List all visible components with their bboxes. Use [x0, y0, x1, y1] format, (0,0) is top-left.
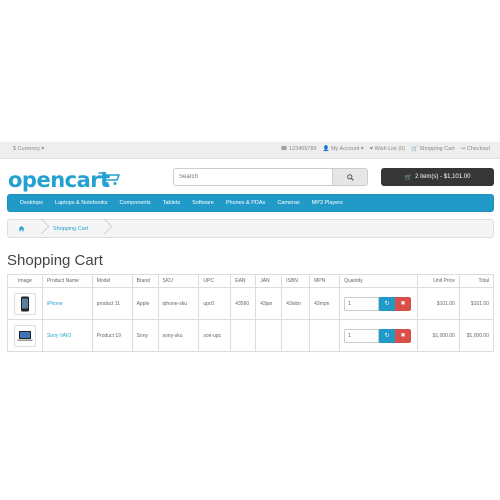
product-image-cell — [7, 319, 43, 352]
shopping-cart-label: Shopping Cart — [419, 146, 455, 152]
upc-cell: son-upc — [198, 319, 232, 352]
mpn-cell: 43mpn — [309, 287, 341, 320]
breadcrumb-separator — [35, 219, 43, 238]
main-menu: Desktops Laptops & Notebooks Components … — [7, 194, 494, 212]
search-input[interactable] — [174, 169, 332, 185]
my-account-link[interactable]: 👤 My Account ▾ — [323, 146, 364, 152]
remove-button[interactable]: ✖ — [395, 328, 412, 343]
jan-cell: 43jan — [255, 287, 283, 320]
remove-button[interactable]: ✖ — [395, 296, 412, 311]
quantity-cell: ↻ ✖ — [339, 319, 419, 352]
isbn-cell — [281, 319, 311, 352]
phone-link[interactable]: ☎ 123456789 — [281, 146, 317, 152]
breadcrumb-home[interactable] — [8, 220, 35, 237]
phone-icon — [20, 296, 29, 311]
menu-item-mp3[interactable]: MP3 Players — [306, 200, 349, 206]
table-row: iPhone product 11 Apple iphone-sku upc0 … — [7, 287, 495, 320]
menu-item-cameras[interactable]: Cameras — [271, 200, 305, 206]
search-box — [173, 168, 368, 186]
product-link[interactable]: Sony VAIO — [47, 333, 71, 339]
search-button[interactable] — [332, 169, 367, 185]
product-name-cell: Sony VAIO — [41, 319, 93, 352]
breadcrumb-shopping-cart[interactable]: Shopping Cart — [43, 220, 98, 237]
home-icon — [18, 226, 25, 232]
search-icon — [346, 173, 354, 181]
quantity-input[interactable] — [344, 328, 380, 343]
total-cell: $1,000.00 — [458, 319, 495, 352]
col-header-jan: JAN — [255, 274, 283, 288]
wishlist-link[interactable]: ♥ Wish List (0) — [370, 146, 405, 152]
brand-cell: Apple — [131, 287, 159, 320]
laptop-icon — [16, 330, 33, 341]
model-cell: product 11 — [91, 287, 133, 320]
product-link[interactable]: iPhone — [47, 301, 63, 307]
quantity-input[interactable] — [344, 296, 380, 311]
col-header-quantity: Quantity — [339, 274, 419, 288]
col-header-unit-price: Unit Price — [417, 274, 460, 288]
col-header-image: Image — [7, 274, 43, 288]
mpn-cell — [309, 319, 341, 352]
cart-dropdown-button[interactable]: 🛒 2 item(s) - $1,101.00 — [381, 168, 494, 186]
col-header-sku: SKU — [157, 274, 200, 288]
col-header-model: Model — [91, 274, 133, 288]
close-icon: ✖ — [400, 301, 406, 307]
col-header-upc: UPC — [198, 274, 232, 288]
cart-table: Image Product Name Model Brand SKU UPC E… — [7, 274, 495, 352]
refresh-icon: ↻ — [384, 301, 390, 307]
top-links: ☎ 123456789 👤 My Account ▾ ♥ Wish List (… — [281, 146, 490, 152]
unit-price-cell: $101.00 — [417, 287, 460, 320]
shopping-cart-link[interactable]: 🛒 Shopping Cart — [411, 146, 455, 152]
menu-item-laptops[interactable]: Laptops & Notebooks — [49, 200, 114, 206]
product-name-cell: iPhone — [41, 287, 93, 320]
my-account-label: My Account ▾ — [330, 146, 364, 152]
isbn-cell: 43isbn — [281, 287, 311, 320]
close-icon: ✖ — [400, 333, 406, 339]
currency-selector[interactable]: $ Currency ▾ — [13, 146, 44, 152]
checkout-link[interactable]: ↪ Checkout — [461, 146, 490, 152]
menu-item-components[interactable]: Components — [114, 200, 157, 206]
unit-price-cell: $1,000.00 — [417, 319, 460, 352]
total-cell: $101.00 — [458, 287, 495, 320]
product-image-cell — [7, 287, 43, 320]
quantity-group: ↻ ✖ — [344, 296, 413, 311]
jan-cell — [255, 319, 283, 352]
checkout-label: Checkout — [466, 146, 490, 152]
update-button[interactable]: ↻ — [379, 296, 396, 311]
cart-button-label: 2 item(s) - $1,101.00 — [415, 174, 471, 180]
ean-cell: 43560 — [230, 287, 257, 320]
breadcrumb-separator — [98, 219, 106, 238]
sku-cell: sony-sku — [157, 319, 200, 352]
model-cell: Product 19 — [91, 319, 133, 352]
col-header-isbn: ISBN — [281, 274, 311, 288]
col-header-total: Total — [458, 274, 495, 288]
menu-item-software[interactable]: Software — [186, 200, 220, 206]
wishlist-label: Wish List (0) — [374, 146, 406, 152]
phone-label: 123456789 — [289, 146, 317, 152]
brand-cell: Sony — [131, 319, 159, 352]
site-logo[interactable]: opencart — [8, 168, 110, 192]
cart-icon: 🛒 — [404, 174, 413, 181]
update-button[interactable]: ↻ — [379, 328, 396, 343]
quantity-group: ↻ ✖ — [344, 328, 413, 343]
table-header-row: Image Product Name Model Brand SKU UPC E… — [7, 274, 495, 288]
top-bar: $ Currency ▾ ☎ 123456789 👤 My Account ▾ … — [0, 142, 500, 159]
col-header-ean: EAN — [230, 274, 257, 288]
col-header-mpn: MPN — [309, 274, 341, 288]
sku-cell: iphone-sku — [157, 287, 200, 320]
quantity-cell: ↻ ✖ — [339, 287, 419, 320]
breadcrumb: Shopping Cart — [7, 219, 494, 238]
table-row: Sony VAIO Product 19 Sony sony-sku son-u… — [7, 319, 495, 352]
menu-item-desktops[interactable]: Desktops — [14, 200, 49, 206]
menu-item-tablets[interactable]: Tablets — [157, 200, 186, 206]
col-header-brand: Brand — [131, 274, 159, 288]
product-thumbnail[interactable] — [13, 324, 36, 347]
col-header-product-name: Product Name — [41, 274, 93, 288]
page-title: Shopping Cart — [7, 252, 103, 269]
logo-cart-icon — [98, 172, 120, 185]
upc-cell: upc0 — [198, 287, 232, 320]
ean-cell — [230, 319, 257, 352]
refresh-icon: ↻ — [384, 333, 390, 339]
menu-item-phones[interactable]: Phones & PDAs — [220, 200, 271, 206]
product-thumbnail[interactable] — [13, 292, 36, 315]
